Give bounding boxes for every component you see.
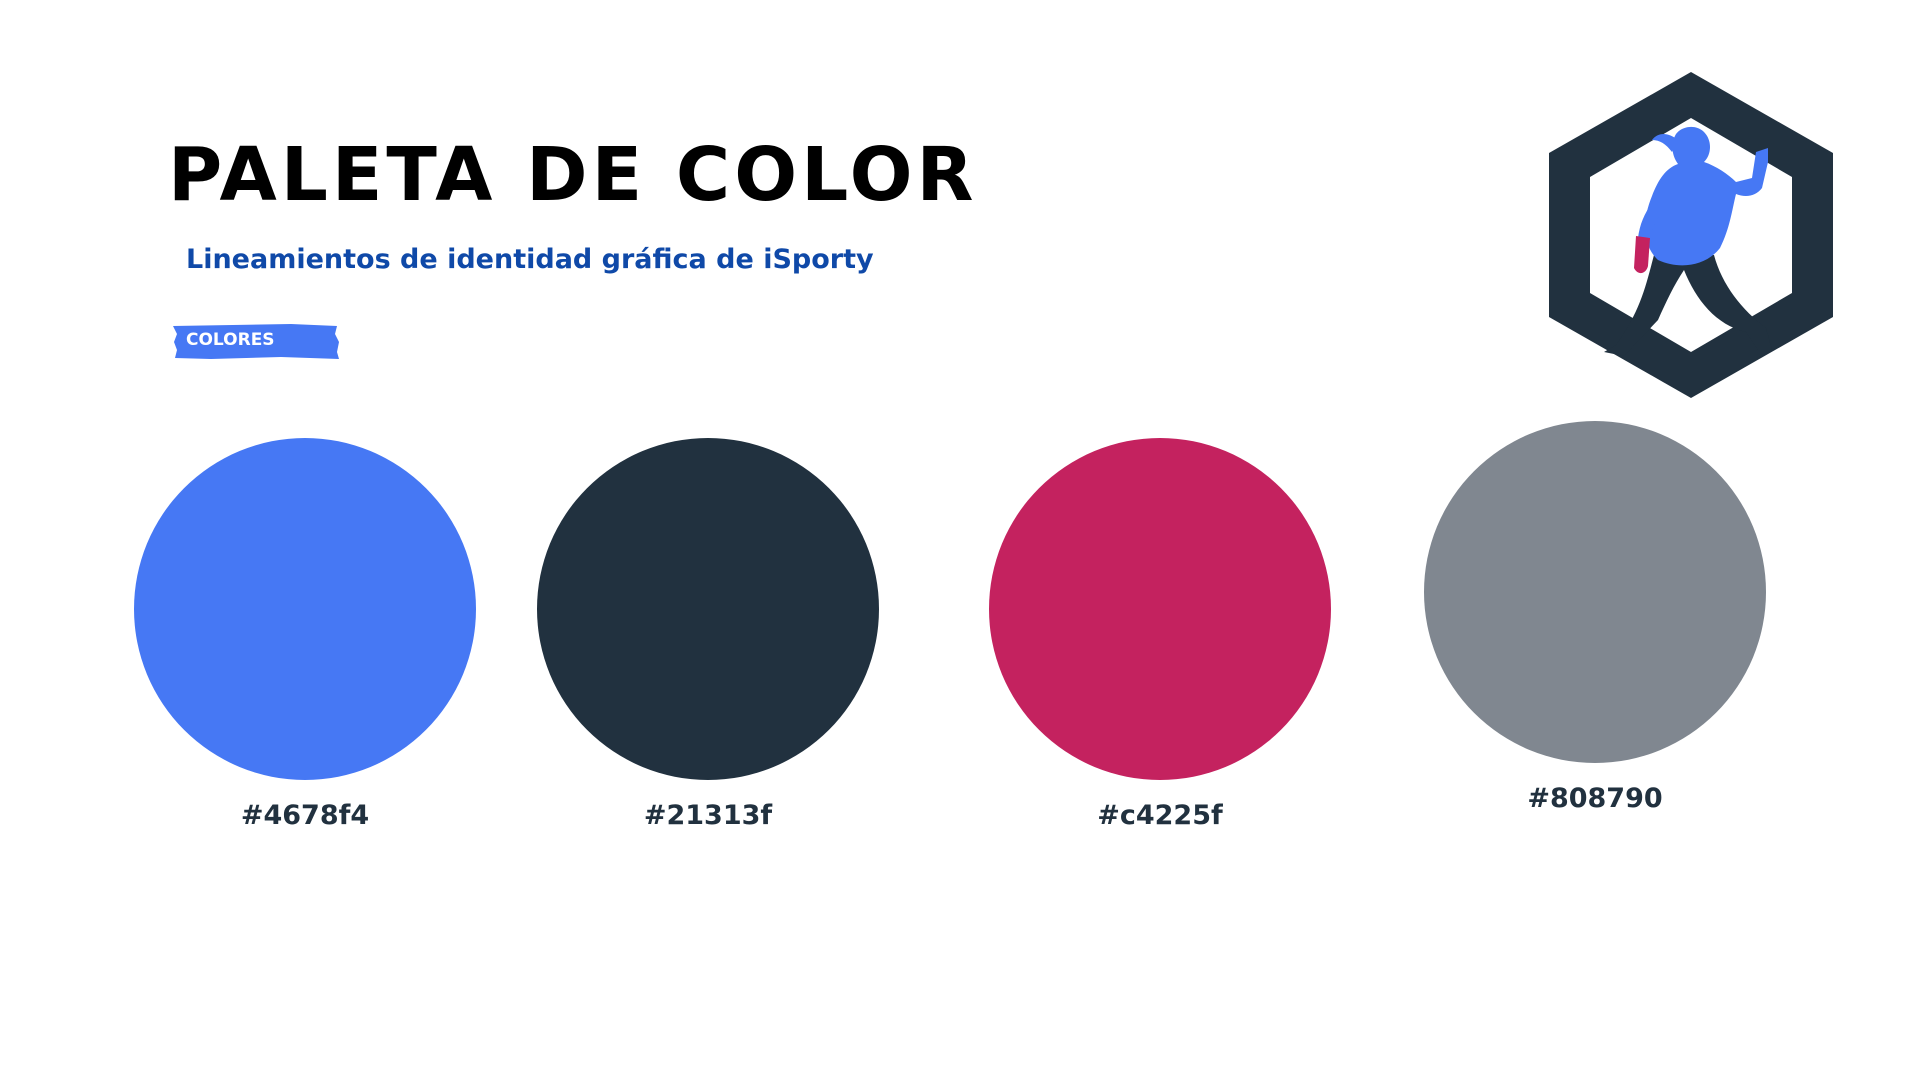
swatch-hex-label: #21313f (643, 800, 773, 831)
swatch-gray: #808790 (1424, 421, 1766, 812)
swatch-magenta: #c4225f (989, 438, 1331, 829)
swatch-hex-label: #4678f4 (240, 800, 370, 831)
swatch-hex-label: #808790 (1527, 783, 1663, 814)
swatch-circle (537, 438, 879, 780)
swatch-circle (134, 438, 476, 780)
swatch-hex-label: #c4225f (1097, 800, 1223, 831)
swatch-circle (989, 438, 1331, 780)
color-palette-page: PALETA DE COLOR Lineamientos de identida… (0, 0, 1920, 1080)
runner-hexagon-logo-icon (1549, 72, 1833, 398)
brand-logo (1546, 70, 1836, 400)
swatch-navy: #21313f (537, 438, 879, 829)
page-title: PALETA DE COLOR (168, 132, 978, 218)
swatch-blue: #4678f4 (134, 438, 476, 829)
section-tag: COLORES (171, 322, 341, 360)
section-tag-label: COLORES (186, 330, 275, 350)
swatch-circle (1424, 421, 1766, 763)
page-subtitle: Lineamientos de identidad gráfica de iSp… (186, 244, 874, 275)
